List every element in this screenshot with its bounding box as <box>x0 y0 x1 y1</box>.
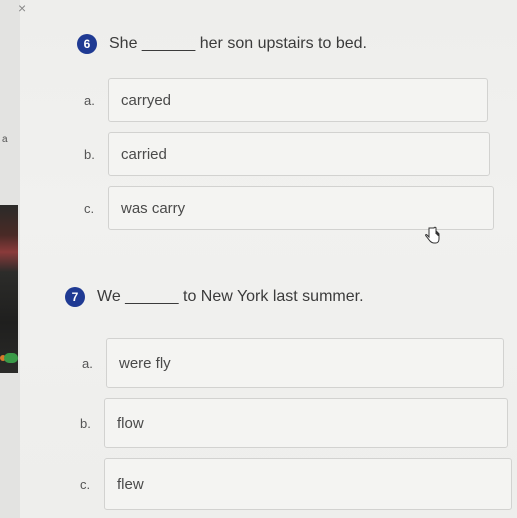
answer-box[interactable]: flow <box>104 398 508 448</box>
option-letter: c. <box>84 200 95 216</box>
option-b[interactable]: b. carried <box>84 132 490 176</box>
question-prompt: We ______ to New York last summer. <box>97 288 364 305</box>
side-mark: a <box>2 134 8 145</box>
question-header: 7 We ______ to New York last summer. <box>65 287 364 307</box>
option-letter: b. <box>84 146 95 162</box>
answer-box[interactable]: were fly <box>106 338 504 388</box>
option-a[interactable]: a. were fly <box>82 338 504 388</box>
question-header: 6 She ______ her son upstairs to bed. <box>77 34 367 54</box>
option-letter: b. <box>80 415 91 431</box>
option-c[interactable]: c. flew <box>80 458 512 510</box>
option-b[interactable]: b. flow <box>80 398 508 448</box>
option-letter: a. <box>84 92 95 108</box>
option-a[interactable]: a. carryed <box>84 78 488 122</box>
option-letter: a. <box>82 355 93 371</box>
answer-box[interactable]: carryed <box>108 78 488 122</box>
question-number-badge: 7 <box>65 287 85 307</box>
close-icon[interactable]: × <box>18 0 26 16</box>
question-prompt: She ______ her son upstairs to bed. <box>109 35 367 52</box>
thumbnail-green-mark <box>4 353 18 363</box>
hand-cursor-icon <box>425 226 440 244</box>
option-c[interactable]: c. was carry <box>84 186 494 230</box>
answer-box[interactable]: flew <box>104 458 512 510</box>
option-letter: c. <box>80 476 91 492</box>
answer-box[interactable]: carried <box>108 132 490 176</box>
left-thumbnail-image <box>0 205 18 373</box>
answer-box[interactable]: was carry <box>108 186 494 230</box>
question-number-badge: 6 <box>77 34 97 54</box>
